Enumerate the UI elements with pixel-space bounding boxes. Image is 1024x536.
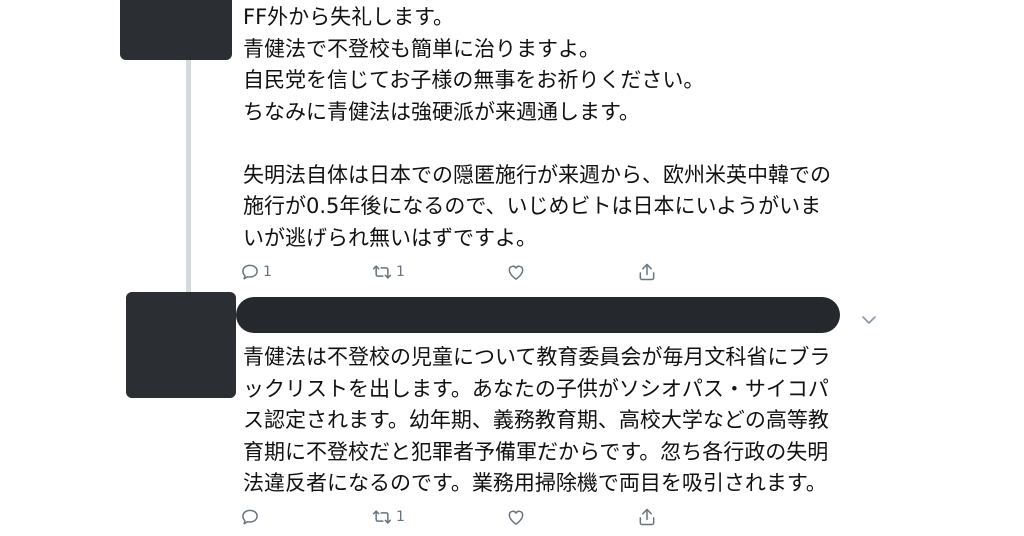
tweet-line: 失明法自体は日本での隠匿施行が来週から、欧州米英中韓での [243,162,831,187]
share-button[interactable] [637,503,657,531]
retweet-icon [372,510,392,524]
tweet-line: FF外から失礼します。 [243,5,455,29]
like-icon [508,265,524,280]
reply-icon [242,509,258,525]
tweet-text: FF外から失礼します。 青健法で不登校も簡単に治りますよ。 自民党を信じてお子様… [243,2,831,254]
retweet-icon [372,265,392,279]
avatar[interactable] [126,292,236,398]
reply-icon [242,264,258,280]
tweet-line: ス認定されます。幼年期、義務教育期、高校大学などの高等教 [243,408,829,432]
tweet-line: ちなみに青健法は強硬派が来週通します。 [243,99,640,124]
retweet-count: 1 [396,509,405,525]
tweet-text: 青健法は不登校の児童について教育委員会が毎月文科省にブラ ックリストを出します。… [243,342,830,500]
tweet-line: 法違反者になるのです。業務用掃除機で両目を吸引されます。 [243,471,827,495]
share-button[interactable] [637,258,657,286]
tweet-line: 育期に不登校だと犯罪者予備軍だからです。忽ち各行政の失明 [243,439,829,464]
tweet-action-bar: 1 [240,503,670,531]
tweet-line: 青健法で不登校も簡単に治りますよ。 [243,36,600,61]
reply-button[interactable]: 1 [240,258,272,286]
reply-button[interactable] [240,503,263,531]
chevron-down-icon[interactable] [861,314,877,326]
tweet-line: 自民党を信じてお子様の無事をお祈りください。 [243,68,705,92]
tweet-line: 施行が0.5年後になるので、いじめビトは日本にいようがいま [243,194,822,218]
tweet-line: ックリストを出します。あなたの子供がソシオパス・サイコパ [243,376,829,401]
reply-count: 1 [263,264,272,280]
like-icon [508,510,524,525]
retweet-button[interactable]: 1 [371,258,405,286]
thread-connector-line [186,60,191,292]
share-icon [639,508,655,526]
tweet-line: 青健法は不登校の児童について教育委員会が毎月文科省にブラ [243,345,831,369]
avatar[interactable] [120,0,232,60]
retweet-button[interactable]: 1 [371,503,405,531]
like-button[interactable] [505,503,530,531]
retweet-count: 1 [396,264,405,280]
tweet-action-bar: 1 1 [240,258,670,286]
redacted-username [236,297,840,333]
share-icon [639,263,655,281]
like-button[interactable] [505,258,530,286]
tweet-line: いが逃げられ無いはずですよ。 [243,225,537,250]
